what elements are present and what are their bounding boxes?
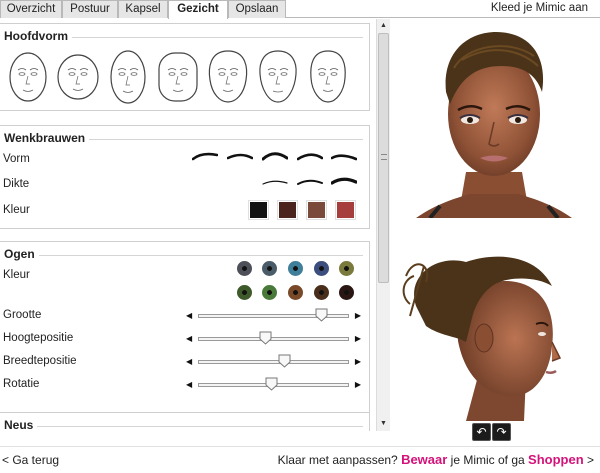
eye-color-option[interactable]	[288, 285, 303, 300]
scroll-up-icon[interactable]: ▲	[377, 19, 390, 33]
tab-postuur[interactable]: Postuur	[62, 0, 118, 18]
slider-left-arrow-icon[interactable]: ◀	[186, 379, 192, 391]
slider-right-arrow-icon[interactable]: ▶	[355, 333, 361, 345]
avatar-side-view	[402, 256, 562, 421]
eye-height-label: Hoogtepositie	[3, 332, 74, 344]
eye-width-label: Breedtepositie	[3, 355, 77, 367]
rotate-right-icon[interactable]: ↷	[492, 423, 511, 441]
brow-color-swatch[interactable]	[249, 201, 268, 219]
slider-right-arrow-icon[interactable]: ▶	[355, 356, 361, 368]
face-shape-5-icon[interactable]	[206, 48, 250, 104]
tab-kapsel[interactable]: Kapsel	[118, 0, 168, 18]
slider-left-arrow-icon[interactable]: ◀	[186, 310, 192, 322]
slider-left-arrow-icon[interactable]: ◀	[186, 333, 192, 345]
rotate-left-icon[interactable]: ↶	[472, 423, 491, 441]
eye-color-option[interactable]	[314, 285, 329, 300]
scroll-thumb[interactable]	[378, 33, 389, 283]
shop-link[interactable]: Shoppen	[528, 452, 584, 467]
panel-scrollbar[interactable]: ▲ ▼	[376, 19, 390, 431]
section-title: Hoofdvorm	[4, 29, 72, 43]
eye-color-option[interactable]	[262, 285, 277, 300]
eye-color-option[interactable]	[339, 285, 354, 300]
slider-thumb[interactable]	[265, 377, 278, 391]
brow-shape-1-icon[interactable]	[192, 150, 218, 162]
eye-color-option[interactable]	[314, 261, 329, 276]
section-eyes: Ogen Kleur Grootte Hoogtepositie Breedte…	[0, 241, 370, 419]
eye-color-option[interactable]	[339, 261, 354, 276]
slider-track[interactable]	[198, 337, 349, 341]
face-shape-6-icon[interactable]	[256, 48, 300, 104]
save-link[interactable]: Bewaar	[401, 452, 447, 467]
tab-overzicht[interactable]: Overzicht	[0, 0, 62, 18]
section-nose: Neus	[0, 412, 370, 431]
brow-thickness-label: Dikte	[3, 178, 30, 190]
tab-gezicht[interactable]: Gezicht	[168, 0, 228, 19]
section-divider	[4, 255, 363, 256]
slider-left-arrow-icon[interactable]: ◀	[186, 356, 192, 368]
face-shape-1-icon[interactable]	[6, 48, 50, 104]
avatar-front-view	[416, 32, 572, 218]
face-shape-2-icon[interactable]	[56, 48, 100, 104]
eye-color-option[interactable]	[237, 261, 252, 276]
brow-color-swatch[interactable]	[307, 201, 326, 219]
section-eyebrows: Wenkbrauwen Vorm Dikte Kleur	[0, 125, 370, 229]
scroll-grip-icon	[381, 154, 387, 160]
section-divider	[4, 426, 363, 427]
brow-color-swatch[interactable]	[278, 201, 297, 219]
brow-shape-2-icon[interactable]	[227, 150, 253, 162]
eye-width-slider[interactable]: ◀ ▶	[186, 354, 361, 368]
brow-shape-3-icon[interactable]	[262, 149, 288, 161]
slider-thumb[interactable]	[315, 308, 328, 322]
face-shape-3-icon[interactable]	[106, 48, 150, 104]
tab-opslaan[interactable]: Opslaan	[228, 0, 286, 18]
back-link[interactable]: < Ga terug	[2, 453, 59, 467]
tab-bar: Overzicht Postuur Kapsel Gezicht Opslaan…	[0, 0, 600, 19]
footer-middle-text: je Mimic of ga	[450, 453, 525, 467]
section-title: Ogen	[4, 247, 39, 261]
slider-right-arrow-icon[interactable]: ▶	[355, 379, 361, 391]
scroll-down-icon[interactable]: ▼	[377, 417, 390, 431]
slider-right-arrow-icon[interactable]: ▶	[355, 310, 361, 322]
brow-shape-5-icon[interactable]	[331, 150, 357, 162]
brow-thickness-2-icon[interactable]	[297, 176, 323, 188]
brow-thickness-1-icon[interactable]	[262, 176, 288, 188]
section-title: Neus	[4, 418, 38, 431]
footer-actions: Klaar met aanpassen? Bewaar je Mimic of …	[278, 452, 594, 467]
eye-color-option[interactable]	[288, 261, 303, 276]
brow-color-swatch[interactable]	[336, 201, 355, 219]
face-shape-4-icon[interactable]	[156, 48, 200, 104]
footer-bar: < Ga terug Klaar met aanpassen? Bewaar j…	[0, 446, 600, 473]
brow-shape-4-icon[interactable]	[297, 150, 323, 162]
page-title: Kleed je Mimic aan	[490, 2, 588, 14]
brow-shape-label: Vorm	[3, 153, 30, 165]
brow-thickness-3-icon[interactable]	[331, 175, 357, 187]
slider-thumb[interactable]	[259, 331, 272, 345]
section-title: Wenkbrauwen	[4, 131, 90, 145]
eye-rotation-slider[interactable]: ◀ ▶	[186, 377, 361, 391]
slider-thumb[interactable]	[278, 354, 291, 368]
rotate-controls: ↶ ↷	[472, 423, 512, 441]
footer-arrow[interactable]: >	[587, 453, 594, 467]
eye-color-option[interactable]	[237, 285, 252, 300]
footer-prompt: Klaar met aanpassen?	[277, 453, 398, 467]
slider-track[interactable]	[198, 360, 349, 364]
section-face-shape: Hoofdvorm	[0, 23, 370, 111]
eye-rotation-label: Rotatie	[3, 378, 40, 390]
eye-size-label: Grootte	[3, 309, 42, 321]
face-shape-7-icon[interactable]	[306, 48, 350, 104]
eye-height-slider[interactable]: ◀ ▶	[186, 331, 361, 345]
customize-panel: Hoofdvorm Wenkbrauwen Vorm Dikte Kleur O…	[0, 19, 390, 431]
eye-color-option[interactable]	[262, 261, 277, 276]
eye-size-slider[interactable]: ◀ ▶	[186, 308, 361, 322]
brow-color-label: Kleur	[3, 204, 30, 216]
eye-color-label: Kleur	[3, 269, 30, 281]
